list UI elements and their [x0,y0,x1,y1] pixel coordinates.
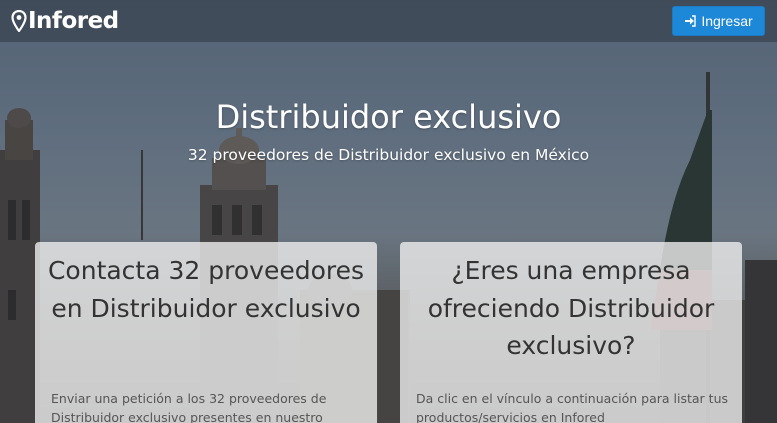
sign-in-icon [685,15,697,27]
list-company-text: Da clic en el vínculo a continuación par… [416,391,729,423]
page-subtitle: 32 proveedores de Distribuidor exclusivo… [187,146,590,164]
navbar: Infored Ingresar [0,0,777,42]
list-company-card: ¿Eres una empresa ofreciendo Distribuido… [400,242,742,423]
contact-suppliers-card: Contacta 32 proveedores en Distribuidor … [35,242,377,423]
map-pin-icon [11,10,27,32]
page-title: Distribuidor exclusivo [215,98,562,136]
login-button[interactable]: Ingresar [672,6,765,36]
brand-name: Infored [28,8,119,34]
brand-logo[interactable]: Infored [11,6,119,36]
list-company-heading: ¿Eres una empresa ofreciendo Distribuido… [427,256,715,360]
contact-suppliers-text: Enviar una petición a los 32 proveedores… [51,391,327,423]
login-button-label: Ingresar [701,13,753,29]
contact-suppliers-heading: Contacta 32 proveedores en Distribuidor … [47,256,365,323]
